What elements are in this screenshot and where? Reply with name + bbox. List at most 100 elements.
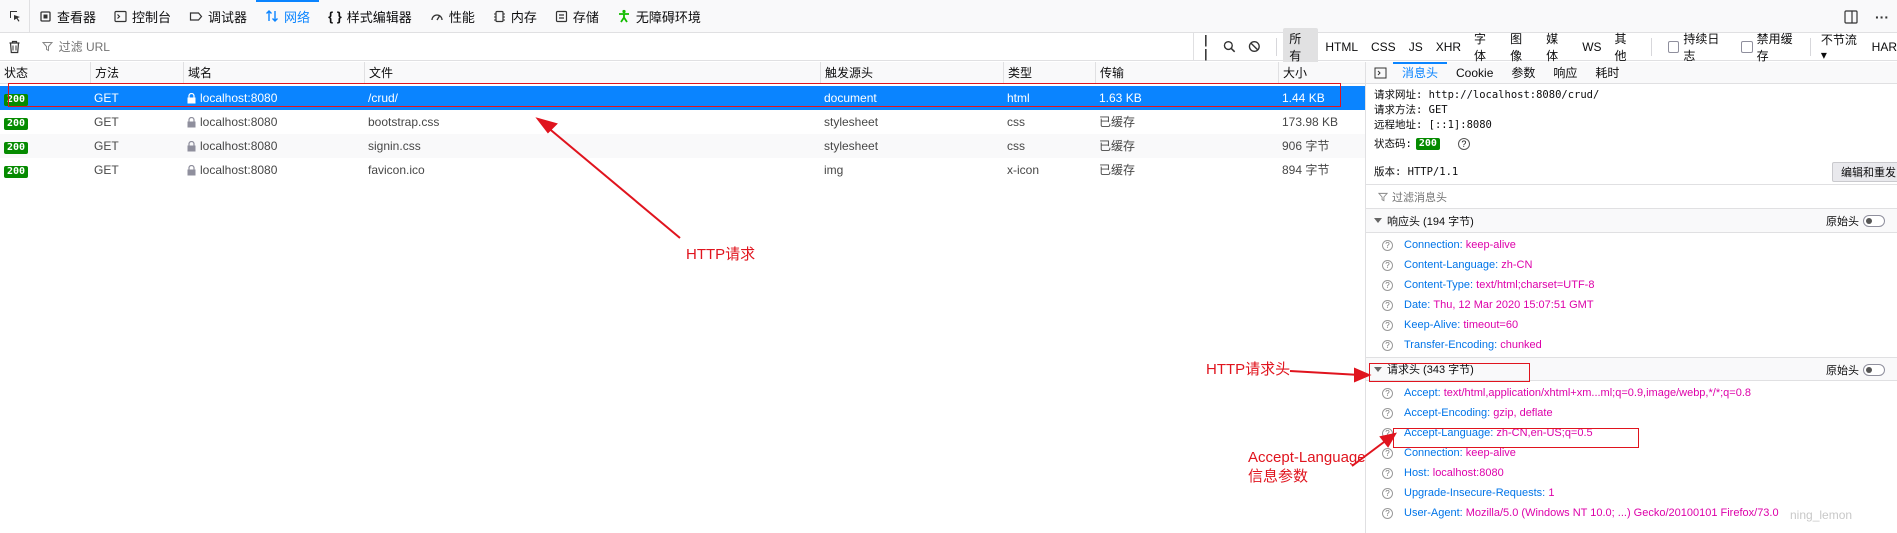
help-icon[interactable]: ? xyxy=(1382,239,1393,251)
toggle-switch xyxy=(1863,215,1885,227)
header-value: zh-CN xyxy=(1501,259,1533,271)
inspector-icon xyxy=(40,10,51,22)
help-icon[interactable]: ? xyxy=(1382,339,1393,351)
table-row[interactable]: 200 GET localhost:8080 favicon.ico img x… xyxy=(0,158,1365,182)
header-row: ? Accept-Encoding: gzip, deflate xyxy=(1366,403,1897,423)
more-options-icon[interactable]: ··· xyxy=(1875,9,1889,25)
har-menu[interactable]: HAR xyxy=(1872,40,1897,54)
domain-cell: localhost:8080 xyxy=(200,139,278,153)
type-filter-fonts[interactable]: 字体 xyxy=(1468,28,1503,66)
help-icon[interactable]: ? xyxy=(1457,138,1470,150)
table-row[interactable]: 200 GET localhost:8080 signin.css styles… xyxy=(0,134,1365,158)
header-key: User-Agent: xyxy=(1404,507,1463,519)
type-filter-js[interactable]: JS xyxy=(1403,38,1429,56)
help-icon[interactable]: ? xyxy=(1382,407,1393,419)
domain-cell: localhost:8080 xyxy=(200,163,278,177)
column-method[interactable]: 方法 xyxy=(90,62,119,84)
header-key: Accept: xyxy=(1404,387,1441,399)
tab-memory[interactable]: 内存 xyxy=(484,0,546,33)
header-value: timeout=60 xyxy=(1463,319,1519,331)
tab-debugger[interactable]: 调试器 xyxy=(180,0,256,33)
column-cause[interactable]: 触发源头 xyxy=(820,62,873,84)
column-type[interactable]: 类型 xyxy=(1003,62,1032,84)
tab-cookies[interactable]: Cookie xyxy=(1447,62,1502,84)
type-filter-css[interactable]: CSS xyxy=(1365,38,1402,56)
help-icon[interactable]: ? xyxy=(1382,507,1393,519)
tab-network-label: 网络 xyxy=(284,9,311,25)
tab-style-editor[interactable]: { } 样式编辑器 xyxy=(319,0,421,33)
element-picker-icon xyxy=(9,11,20,22)
filter-icon xyxy=(1378,192,1388,201)
type-filter-all[interactable]: 所有 xyxy=(1283,27,1319,66)
block-icon[interactable] xyxy=(1248,40,1261,53)
tab-params[interactable]: 参数 xyxy=(1502,62,1544,84)
help-icon[interactable]: ? xyxy=(1382,447,1393,459)
column-transferred[interactable]: 传输 xyxy=(1095,62,1124,84)
column-size[interactable]: 大小 xyxy=(1278,62,1307,84)
help-icon[interactable]: ? xyxy=(1382,387,1393,399)
method-cell: GET xyxy=(94,163,119,177)
lock-icon xyxy=(187,165,196,176)
help-icon[interactable]: ? xyxy=(1382,487,1393,499)
type-filter-media[interactable]: 媒体 xyxy=(1540,28,1575,66)
type-filter-ws[interactable]: WS xyxy=(1576,38,1607,56)
help-icon[interactable]: ? xyxy=(1382,427,1393,439)
edit-resend-button[interactable]: 编辑和重发 xyxy=(1832,162,1897,182)
help-icon[interactable]: ? xyxy=(1382,299,1393,311)
search-icon[interactable] xyxy=(1223,40,1236,53)
column-status[interactable]: 状态 xyxy=(0,62,28,84)
remote-address: 远程地址: [::1]:8080 xyxy=(1374,119,1492,131)
raw-headers-toggle[interactable]: 原始头 xyxy=(1826,358,1885,382)
element-picker-button[interactable] xyxy=(0,0,30,33)
tab-inspector[interactable]: 查看器 xyxy=(30,0,105,33)
transferred-cell: 已缓存 xyxy=(1099,163,1136,177)
status-line: 状态码: 200 ? xyxy=(1374,133,1889,155)
tab-accessibility[interactable]: 无障碍环境 xyxy=(608,0,710,33)
annotation-accept-language: Accept-Language 信息参数 xyxy=(1248,448,1366,486)
header-key: Connection: xyxy=(1404,447,1463,459)
raw-headers-label: 原始头 xyxy=(1826,365,1859,377)
help-icon[interactable]: ? xyxy=(1382,467,1393,479)
help-icon[interactable]: ? xyxy=(1382,319,1393,331)
raw-headers-toggle[interactable]: 原始头 xyxy=(1826,209,1885,233)
checkbox-box xyxy=(1740,40,1753,53)
tab-timings[interactable]: 耗时 xyxy=(1586,62,1628,84)
dock-toggle-icon[interactable] xyxy=(1843,9,1859,25)
disable-cache-label: 禁用缓存 xyxy=(1756,31,1793,63)
table-row[interactable]: 200 GET localhost:8080 bootstrap.css sty… xyxy=(0,110,1365,134)
tab-storage[interactable]: 存储 xyxy=(546,0,608,33)
filter-url-input[interactable]: 过滤 URL xyxy=(30,32,1195,61)
help-icon[interactable]: ? xyxy=(1382,279,1393,291)
type-filter-xhr[interactable]: XHR xyxy=(1430,38,1467,56)
tab-memory-label: 内存 xyxy=(510,9,537,25)
tab-headers[interactable]: 消息头 xyxy=(1393,61,1448,84)
tab-console[interactable]: 控制台 xyxy=(105,0,180,33)
method-cell: GET xyxy=(94,139,119,153)
trash-icon xyxy=(9,40,20,53)
tab-network[interactable]: 网络 xyxy=(256,0,320,33)
tab-response[interactable]: 响应 xyxy=(1544,62,1586,84)
type-filter-html[interactable]: HTML xyxy=(1319,38,1364,56)
file-cell: favicon.ico xyxy=(368,163,425,177)
type-filter-other[interactable]: 其他 xyxy=(1609,28,1644,66)
header-row: ? Host: localhost:8080 xyxy=(1366,463,1897,483)
column-file[interactable]: 文件 xyxy=(364,62,393,84)
response-headers-group[interactable]: 响应头 (194 字节) 原始头 xyxy=(1366,209,1897,233)
persist-logs-checkbox[interactable]: 持续日志 xyxy=(1667,30,1731,64)
header-value: keep-alive xyxy=(1465,447,1516,459)
header-value: Thu, 12 Mar 2020 15:07:51 GMT xyxy=(1433,299,1594,311)
header-value: text/html;charset=UTF-8 xyxy=(1476,279,1595,291)
header-value: 1 xyxy=(1548,487,1555,499)
disable-cache-checkbox[interactable]: 禁用缓存 xyxy=(1740,30,1804,64)
help-icon[interactable]: ? xyxy=(1382,259,1393,271)
tab-performance[interactable]: 性能 xyxy=(421,0,484,33)
column-domain[interactable]: 域名 xyxy=(183,62,212,84)
clear-button[interactable] xyxy=(0,40,30,54)
pause-icon[interactable]: | | xyxy=(1204,33,1211,61)
filter-headers-input[interactable]: 过滤消息头 xyxy=(1366,185,1897,209)
toggle-sidebar-icon[interactable] xyxy=(1374,67,1387,79)
throttle-select[interactable]: 不节流 ▾ xyxy=(1821,31,1866,62)
size-cell: 894 字节 xyxy=(1282,163,1330,177)
annotation-http-request: HTTP请求 xyxy=(686,246,756,263)
type-filter-images[interactable]: 图像 xyxy=(1504,28,1539,66)
